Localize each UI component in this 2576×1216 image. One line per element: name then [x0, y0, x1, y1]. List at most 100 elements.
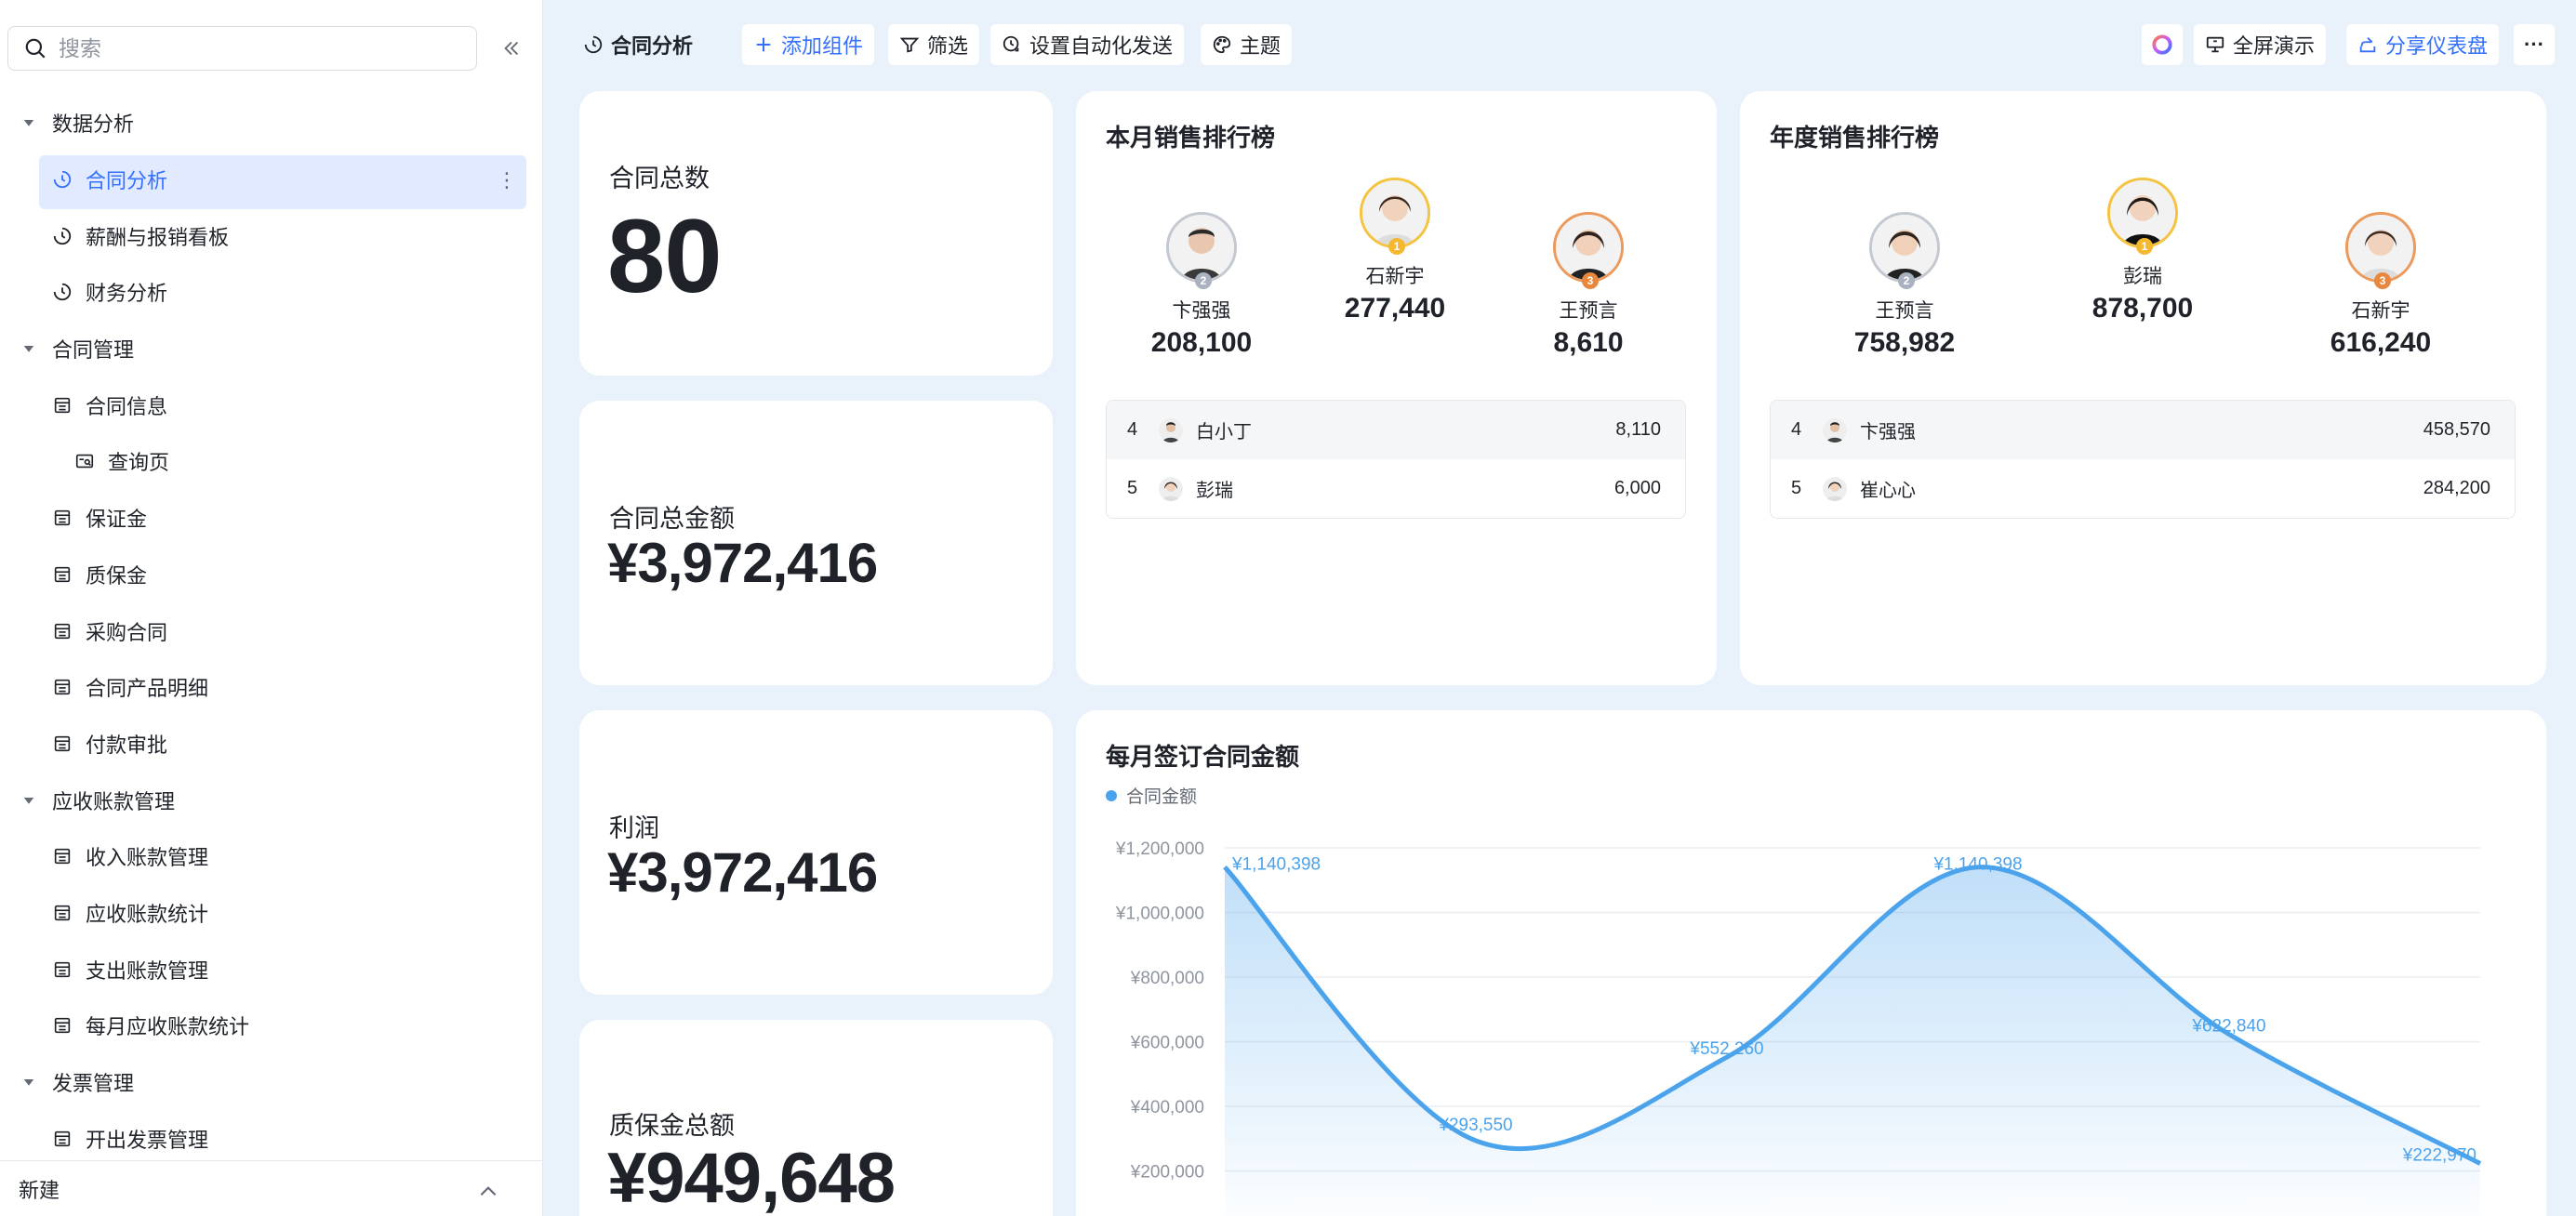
sidebar-item[interactable]: 合同信息 — [0, 377, 543, 433]
filter-icon — [899, 37, 920, 53]
podium-third: 3 石新宇 616,240 — [2288, 212, 2474, 359]
sidebar-item[interactable]: 质保金 — [0, 547, 543, 603]
search-input[interactable] — [59, 35, 449, 61]
sidebar-item-label: 保证金 — [86, 508, 148, 532]
stat-value: ¥949,648 — [607, 1139, 896, 1216]
monthly-rank-card: 本月销售排行榜 2 卞强强 208,100 1 石新宇 277,440 3 王预… — [1076, 91, 1717, 685]
nav-group-2[interactable]: 应收账款管理 — [0, 772, 543, 828]
sidebar-item[interactable]: 采购合同 — [0, 602, 543, 659]
person-avatar-icon — [1362, 180, 1427, 245]
data-label: ¥1,140,398 — [1932, 855, 2022, 875]
y-tick-label: ¥1,200,000 — [1115, 839, 1204, 859]
avatar: 2 — [1869, 212, 1940, 289]
podium-name: 王预言 — [1875, 300, 1934, 322]
sidebar-item[interactable]: 查询页 — [0, 433, 543, 490]
podium-third: 3 王预言 8,610 — [1495, 212, 1681, 359]
sidebar-item[interactable]: 保证金 — [0, 490, 543, 547]
yearly-rank-title: 年度销售排行榜 — [1770, 124, 1940, 152]
data-label: ¥293,550 — [1438, 1116, 1512, 1135]
more-vertical-icon[interactable]: ⋮ — [497, 168, 517, 192]
sidebar-item-label: 查询页 — [108, 451, 170, 475]
podium-name: 石新宇 — [2351, 300, 2410, 322]
podium-value: 208,100 — [1150, 327, 1253, 358]
dashboard-icon — [53, 170, 72, 189]
fullscreen-button[interactable]: 全屏演示 — [2194, 24, 2327, 65]
ai-assistant-button[interactable] — [2142, 24, 2183, 65]
medal-badge: 3 — [1582, 272, 1599, 289]
filter-button[interactable]: 筛选 — [888, 24, 980, 65]
nav-group-label: 发票管理 — [52, 1072, 135, 1096]
rank-name: 彭瑞 — [1196, 481, 1233, 501]
query-page-icon — [75, 455, 94, 469]
stat-label: 合同总金额 — [609, 505, 735, 533]
sidebar-item[interactable]: 合同分析 ⋮ — [0, 152, 543, 209]
monthly-contract-chart-card: 每月签订合同金额 合同金额 ¥200,000 ¥400,000 ¥600,000 ¥8… — [1076, 710, 2546, 1216]
nav-group-3[interactable]: 发票管理 — [0, 1054, 543, 1111]
more-button[interactable]: ··· — [2514, 24, 2555, 65]
sidebar-item-label: 质保金 — [86, 563, 148, 588]
podium-second: 2 卞强强 208,100 — [1109, 212, 1295, 359]
sidebar-item[interactable]: 应收账款统计 — [0, 885, 543, 942]
stat-value: ¥3,972,416 — [607, 841, 878, 904]
chevron-up-icon[interactable] — [476, 1180, 500, 1204]
table-icon — [54, 905, 71, 921]
stat-card-contract-amount: 合同总金额 ¥3,972,416 — [579, 401, 1053, 685]
sidebar-item[interactable]: 薪酬与报销看板 — [0, 207, 543, 264]
sidebar-item-label: 财务分析 — [86, 282, 168, 306]
sidebar-item[interactable]: 每月应收账款统计 — [0, 998, 543, 1054]
sidebar-item[interactable]: 财务分析 — [0, 264, 543, 321]
sidebar-item[interactable]: 开出发票管理 — [0, 1110, 543, 1167]
medal-badge: 2 — [1195, 272, 1212, 289]
sidebar-footer[interactable]: 新建 — [0, 1160, 543, 1216]
presentation-icon — [2206, 36, 2224, 53]
table-icon — [54, 509, 71, 526]
nav-group-1[interactable]: 合同管理 — [0, 321, 543, 377]
dashboard-icon — [584, 35, 603, 54]
stat-card-profit: 利润 ¥3,972,416 — [579, 710, 1053, 995]
caret-down-icon — [23, 120, 34, 127]
table-icon — [54, 680, 71, 695]
share-label: 分享仪表盘 — [2385, 34, 2489, 58]
nav-group-0[interactable]: 数据分析 — [0, 95, 543, 152]
sidebar-item[interactable]: 支出账款管理 — [0, 941, 543, 998]
sidebar-item-label: 合同产品明细 — [86, 677, 209, 701]
nav-group-label: 合同管理 — [52, 338, 135, 363]
table-icon — [54, 735, 71, 752]
table-icon — [54, 566, 71, 583]
sidebar-item[interactable]: 收入账款管理 — [0, 828, 543, 885]
rank-row[interactable]: 4 卞强强 458,570 — [1771, 401, 2515, 459]
auto-send-button[interactable]: 设置自动化发送 — [990, 24, 1185, 65]
rank-row[interactable]: 4 白小丁 8,110 — [1107, 401, 1685, 459]
sidebar-item-label: 合同分析 — [86, 169, 168, 193]
sidebar-item[interactable]: 付款审批 — [0, 716, 543, 773]
nav-group-label: 数据分析 — [52, 112, 135, 137]
search-box[interactable] — [7, 26, 477, 71]
toolbar: 合同分析 添加组件 筛选 设置自动化发送 主题 全屏演示 分享仪表盘 ··· — [544, 0, 2576, 89]
sidebar-item-label: 付款审批 — [86, 733, 168, 757]
yearly-rank-list: 4 卞强强 458,570 5 崔心心 284,200 — [1770, 400, 2516, 519]
rank-row[interactable]: 5 彭瑞 6,000 — [1107, 459, 1685, 518]
sidebar-item[interactable]: 合同产品明细 — [0, 659, 543, 716]
podium-name: 卞强强 — [1172, 300, 1231, 322]
rank-number: 5 — [1127, 478, 1138, 498]
theme-button[interactable]: 主题 — [1201, 24, 1293, 65]
podium-value: 8,610 — [1553, 327, 1624, 358]
share-dashboard-button[interactable]: 分享仪表盘 — [2346, 24, 2500, 65]
rank-number: 4 — [1127, 419, 1138, 440]
person-avatar-icon — [2110, 180, 2175, 245]
collapse-sidebar-button[interactable] — [497, 33, 526, 63]
theme-label: 主题 — [1240, 34, 1281, 58]
rank-number: 4 — [1791, 419, 1802, 440]
medal-badge: 1 — [2136, 238, 2153, 255]
stat-value: ¥3,972,416 — [607, 532, 878, 594]
rank-row[interactable]: 5 崔心心 284,200 — [1771, 459, 2515, 518]
podium-value: 758,982 — [1853, 327, 1956, 358]
podium-first: 1 石新宇 277,440 — [1302, 178, 1488, 324]
table-icon — [54, 623, 71, 639]
mini-avatar-icon — [1823, 417, 1847, 443]
add-component-label: 添加组件 — [781, 34, 864, 58]
add-component-button[interactable]: 添加组件 — [742, 24, 875, 65]
avatar: 1 — [2107, 178, 2178, 255]
y-tick-label: ¥400,000 — [1130, 1098, 1204, 1117]
y-tick-label: ¥800,000 — [1130, 969, 1204, 988]
